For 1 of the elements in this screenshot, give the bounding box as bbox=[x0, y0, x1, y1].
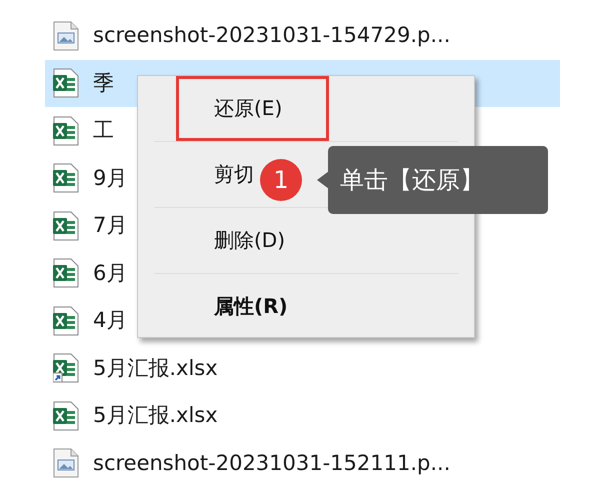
tooltip: 单击【还原】 bbox=[328, 146, 548, 214]
